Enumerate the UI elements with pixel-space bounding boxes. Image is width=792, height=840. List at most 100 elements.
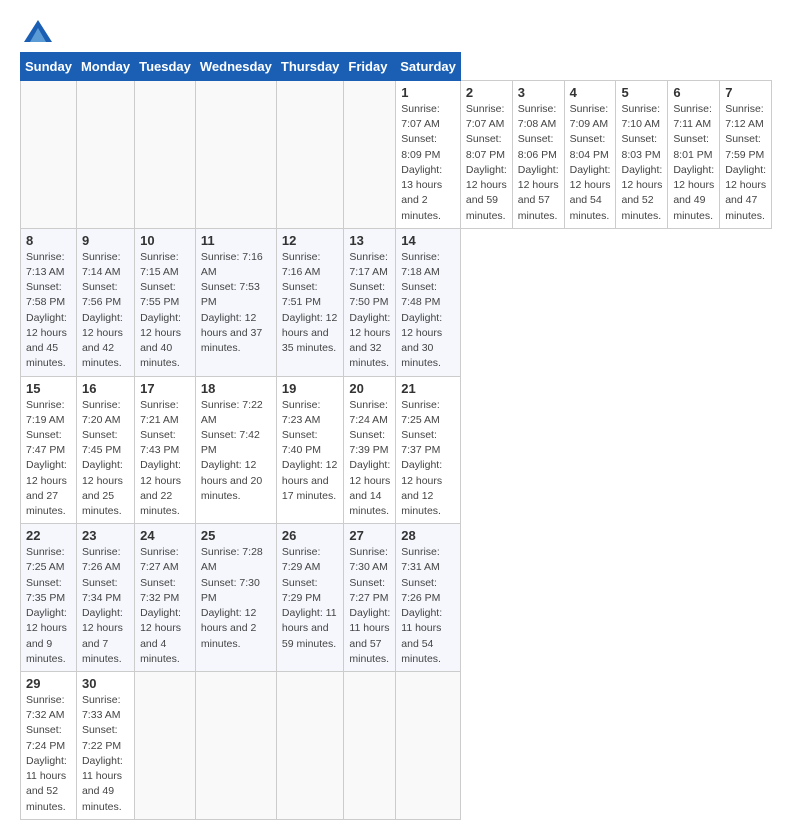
day-detail: Sunrise: 7:24 AMSunset: 7:39 PMDaylight:… (349, 399, 390, 518)
calendar-body: 1 Sunrise: 7:07 AMSunset: 8:09 PMDayligh… (21, 81, 772, 820)
day-detail: Sunrise: 7:19 AMSunset: 7:47 PMDaylight:… (26, 399, 67, 518)
day-detail: Sunrise: 7:11 AMSunset: 8:01 PMDaylight:… (673, 103, 714, 222)
day-detail: Sunrise: 7:22 AMSunset: 7:42 PMDaylight:… (201, 399, 263, 502)
day-detail: Sunrise: 7:31 AMSunset: 7:26 PMDaylight:… (401, 546, 442, 665)
day-number: 29 (26, 676, 71, 691)
calendar-day-cell: 28 Sunrise: 7:31 AMSunset: 7:26 PMDaylig… (396, 524, 461, 672)
calendar-week-row: 15 Sunrise: 7:19 AMSunset: 7:47 PMDaylig… (21, 376, 772, 524)
calendar-day-cell: 26 Sunrise: 7:29 AMSunset: 7:29 PMDaylig… (276, 524, 344, 672)
calendar-day-cell: 1 Sunrise: 7:07 AMSunset: 8:09 PMDayligh… (396, 81, 461, 229)
day-detail: Sunrise: 7:16 AMSunset: 7:53 PMDaylight:… (201, 251, 263, 354)
empty-calendar-cell (396, 672, 461, 820)
empty-calendar-cell (195, 672, 276, 820)
day-number: 19 (282, 381, 339, 396)
day-number: 27 (349, 528, 390, 543)
calendar-day-cell: 23 Sunrise: 7:26 AMSunset: 7:34 PMDaylig… (76, 524, 134, 672)
calendar-day-cell: 19 Sunrise: 7:23 AMSunset: 7:40 PMDaylig… (276, 376, 344, 524)
day-number: 10 (140, 233, 190, 248)
empty-calendar-cell (195, 81, 276, 229)
day-detail: Sunrise: 7:12 AMSunset: 7:59 PMDaylight:… (725, 103, 766, 222)
calendar-day-cell: 21 Sunrise: 7:25 AMSunset: 7:37 PMDaylig… (396, 376, 461, 524)
day-detail: Sunrise: 7:33 AMSunset: 7:22 PMDaylight:… (82, 694, 123, 813)
logo (20, 20, 52, 42)
day-of-week-header: Wednesday (195, 53, 276, 81)
calendar-day-cell: 22 Sunrise: 7:25 AMSunset: 7:35 PMDaylig… (21, 524, 77, 672)
day-number: 2 (466, 85, 507, 100)
calendar-week-row: 1 Sunrise: 7:07 AMSunset: 8:09 PMDayligh… (21, 81, 772, 229)
day-detail: Sunrise: 7:28 AMSunset: 7:30 PMDaylight:… (201, 546, 263, 649)
day-number: 30 (82, 676, 129, 691)
calendar-day-cell: 11 Sunrise: 7:16 AMSunset: 7:53 PMDaylig… (195, 228, 276, 376)
empty-calendar-cell (135, 672, 196, 820)
calendar-day-cell: 16 Sunrise: 7:20 AMSunset: 7:45 PMDaylig… (76, 376, 134, 524)
calendar-day-cell: 3 Sunrise: 7:08 AMSunset: 8:06 PMDayligh… (512, 81, 564, 229)
days-of-week-row: SundayMondayTuesdayWednesdayThursdayFrid… (21, 53, 772, 81)
day-detail: Sunrise: 7:15 AMSunset: 7:55 PMDaylight:… (140, 251, 181, 370)
day-detail: Sunrise: 7:18 AMSunset: 7:48 PMDaylight:… (401, 251, 442, 370)
calendar-day-cell: 14 Sunrise: 7:18 AMSunset: 7:48 PMDaylig… (396, 228, 461, 376)
day-detail: Sunrise: 7:29 AMSunset: 7:29 PMDaylight:… (282, 546, 337, 649)
day-of-week-header: Friday (344, 53, 396, 81)
calendar-header: SundayMondayTuesdayWednesdayThursdayFrid… (21, 53, 772, 81)
day-number: 3 (518, 85, 559, 100)
day-detail: Sunrise: 7:21 AMSunset: 7:43 PMDaylight:… (140, 399, 181, 518)
calendar-day-cell: 17 Sunrise: 7:21 AMSunset: 7:43 PMDaylig… (135, 376, 196, 524)
day-number: 22 (26, 528, 71, 543)
day-of-week-header: Thursday (276, 53, 344, 81)
calendar-day-cell: 29 Sunrise: 7:32 AMSunset: 7:24 PMDaylig… (21, 672, 77, 820)
day-number: 8 (26, 233, 71, 248)
day-number: 28 (401, 528, 455, 543)
day-number: 20 (349, 381, 390, 396)
day-detail: Sunrise: 7:26 AMSunset: 7:34 PMDaylight:… (82, 546, 123, 665)
day-number: 14 (401, 233, 455, 248)
calendar-day-cell: 9 Sunrise: 7:14 AMSunset: 7:56 PMDayligh… (76, 228, 134, 376)
day-number: 4 (570, 85, 611, 100)
calendar-day-cell: 24 Sunrise: 7:27 AMSunset: 7:32 PMDaylig… (135, 524, 196, 672)
day-number: 21 (401, 381, 455, 396)
calendar-day-cell: 12 Sunrise: 7:16 AMSunset: 7:51 PMDaylig… (276, 228, 344, 376)
day-detail: Sunrise: 7:14 AMSunset: 7:56 PMDaylight:… (82, 251, 123, 370)
calendar-day-cell: 5 Sunrise: 7:10 AMSunset: 8:03 PMDayligh… (616, 81, 668, 229)
day-number: 5 (621, 85, 662, 100)
day-of-week-header: Sunday (21, 53, 77, 81)
empty-calendar-cell (76, 81, 134, 229)
day-detail: Sunrise: 7:16 AMSunset: 7:51 PMDaylight:… (282, 251, 337, 354)
day-number: 17 (140, 381, 190, 396)
empty-calendar-cell (276, 81, 344, 229)
day-detail: Sunrise: 7:07 AMSunset: 8:09 PMDaylight:… (401, 103, 442, 222)
day-detail: Sunrise: 7:25 AMSunset: 7:37 PMDaylight:… (401, 399, 442, 518)
empty-calendar-cell (21, 81, 77, 229)
day-number: 7 (725, 85, 766, 100)
day-detail: Sunrise: 7:30 AMSunset: 7:27 PMDaylight:… (349, 546, 390, 665)
day-detail: Sunrise: 7:07 AMSunset: 8:07 PMDaylight:… (466, 103, 507, 222)
logo-icon (24, 20, 52, 42)
page-header (20, 20, 772, 42)
calendar-day-cell: 13 Sunrise: 7:17 AMSunset: 7:50 PMDaylig… (344, 228, 396, 376)
day-detail: Sunrise: 7:32 AMSunset: 7:24 PMDaylight:… (26, 694, 67, 813)
calendar-week-row: 29 Sunrise: 7:32 AMSunset: 7:24 PMDaylig… (21, 672, 772, 820)
calendar-day-cell: 20 Sunrise: 7:24 AMSunset: 7:39 PMDaylig… (344, 376, 396, 524)
calendar-day-cell: 30 Sunrise: 7:33 AMSunset: 7:22 PMDaylig… (76, 672, 134, 820)
empty-calendar-cell (344, 672, 396, 820)
day-number: 9 (82, 233, 129, 248)
day-number: 6 (673, 85, 714, 100)
day-detail: Sunrise: 7:23 AMSunset: 7:40 PMDaylight:… (282, 399, 337, 502)
calendar-day-cell: 7 Sunrise: 7:12 AMSunset: 7:59 PMDayligh… (720, 81, 772, 229)
calendar-day-cell: 25 Sunrise: 7:28 AMSunset: 7:30 PMDaylig… (195, 524, 276, 672)
empty-calendar-cell (135, 81, 196, 229)
day-of-week-header: Monday (76, 53, 134, 81)
calendar-week-row: 8 Sunrise: 7:13 AMSunset: 7:58 PMDayligh… (21, 228, 772, 376)
calendar-day-cell: 27 Sunrise: 7:30 AMSunset: 7:27 PMDaylig… (344, 524, 396, 672)
day-detail: Sunrise: 7:13 AMSunset: 7:58 PMDaylight:… (26, 251, 67, 370)
calendar-day-cell: 4 Sunrise: 7:09 AMSunset: 8:04 PMDayligh… (564, 81, 616, 229)
calendar-day-cell: 2 Sunrise: 7:07 AMSunset: 8:07 PMDayligh… (460, 81, 512, 229)
empty-calendar-cell (276, 672, 344, 820)
day-number: 12 (282, 233, 339, 248)
day-detail: Sunrise: 7:20 AMSunset: 7:45 PMDaylight:… (82, 399, 123, 518)
calendar-day-cell: 15 Sunrise: 7:19 AMSunset: 7:47 PMDaylig… (21, 376, 77, 524)
day-number: 26 (282, 528, 339, 543)
calendar-day-cell: 6 Sunrise: 7:11 AMSunset: 8:01 PMDayligh… (668, 81, 720, 229)
day-number: 25 (201, 528, 271, 543)
day-number: 1 (401, 85, 455, 100)
day-number: 24 (140, 528, 190, 543)
